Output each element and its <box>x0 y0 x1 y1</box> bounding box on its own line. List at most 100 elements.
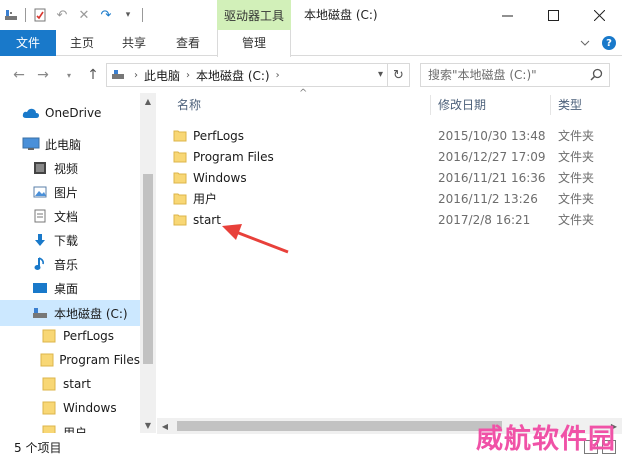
properties-icon[interactable] <box>29 0 51 30</box>
search-icon[interactable] <box>590 68 603 84</box>
sidebar-item-start[interactable]: start <box>0 372 140 396</box>
sidebar-item-desktop[interactable]: 桌面 <box>0 276 140 300</box>
sidebar-item-videos[interactable]: 视频 <box>0 156 140 180</box>
redo-icon[interactable]: ↷ <box>95 0 117 30</box>
tab-file[interactable]: 文件 <box>0 30 56 56</box>
breadcrumb-this-pc[interactable]: 此电脑 <box>141 67 183 84</box>
video-icon <box>31 159 49 177</box>
customize-dropdown-icon[interactable]: ▾ <box>117 0 139 30</box>
scroll-down-arrow-icon[interactable]: ▼ <box>140 417 156 433</box>
close-button[interactable] <box>576 0 622 30</box>
search-input[interactable] <box>421 64 581 86</box>
cloud-icon <box>22 104 40 122</box>
music-icon <box>31 255 49 273</box>
recent-locations-icon[interactable]: ▾ <box>60 65 78 85</box>
watermark-text: 威航软件园 <box>476 424 616 455</box>
folder-icon <box>40 423 58 433</box>
column-header-date[interactable]: 修改日期 <box>438 93 548 117</box>
file-date: 2016/11/21 16:36 <box>438 170 546 185</box>
folder-icon <box>40 327 58 345</box>
drive-icon[interactable] <box>0 0 22 30</box>
folder-icon <box>40 399 58 417</box>
address-bar[interactable]: › 此电脑 › 本地磁盘 (C:) › ▾ <box>106 63 388 87</box>
sidebar-item-program-files[interactable]: Program Files <box>0 348 140 372</box>
file-row-program-files[interactable]: Program Files 2016/12/27 17:09 文件夹 <box>173 146 613 167</box>
sidebar-item-music[interactable]: 音乐 <box>0 252 140 276</box>
file-row-start[interactable]: start 2017/2/8 16:21 文件夹 <box>173 209 613 230</box>
file-row-windows[interactable]: Windows 2016/11/21 16:36 文件夹 <box>173 167 613 188</box>
undo-icon[interactable]: ↶ <box>51 0 73 30</box>
search-box[interactable] <box>420 63 610 87</box>
drive-icon <box>31 304 49 322</box>
forward-arrow-icon[interactable]: → <box>34 65 52 85</box>
file-row-users[interactable]: 用户 2016/11/2 13:26 文件夹 <box>173 188 613 209</box>
expand-ribbon-icon[interactable] <box>578 36 592 50</box>
computer-icon <box>107 69 131 81</box>
file-name: Windows <box>193 170 247 185</box>
column-divider[interactable] <box>430 95 431 115</box>
delete-icon[interactable]: ✕ <box>73 0 95 30</box>
column-divider[interactable] <box>550 95 551 115</box>
ribbon-controls: ? <box>578 30 616 56</box>
folder-icon <box>173 149 193 165</box>
folder-icon <box>173 170 193 186</box>
address-dropdown-icon[interactable]: ▾ <box>378 69 383 80</box>
quick-access-toolbar: ↶ ✕ ↷ ▾ <box>0 0 146 30</box>
file-name: 用户 <box>193 192 218 206</box>
sidebar-item-pictures[interactable]: 图片 <box>0 180 140 204</box>
breadcrumb-separator[interactable]: › <box>273 70 283 81</box>
file-type: 文件夹 <box>558 192 595 206</box>
file-type: 文件夹 <box>558 150 595 164</box>
file-date: 2017/2/8 16:21 <box>438 212 531 227</box>
file-date: 2015/10/30 13:48 <box>438 128 546 143</box>
sidebar-item-downloads[interactable]: 下载 <box>0 228 140 252</box>
breadcrumb-separator[interactable]: › <box>131 70 141 81</box>
column-header-type[interactable]: 类型 <box>558 93 618 117</box>
maximize-button[interactable] <box>530 0 576 30</box>
sidebar-item-local-disk[interactable]: 本地磁盘 (C:) <box>0 300 140 326</box>
folder-icon <box>173 191 193 207</box>
file-row-perflogs[interactable]: PerfLogs 2015/10/30 13:48 文件夹 <box>173 125 613 146</box>
file-name: PerfLogs <box>193 128 245 143</box>
file-type: 文件夹 <box>558 213 595 227</box>
sidebar-item-this-pc[interactable]: 此电脑 <box>0 132 140 156</box>
refresh-button[interactable]: ↻ <box>388 63 410 87</box>
file-type: 文件夹 <box>558 171 595 185</box>
tab-view[interactable]: 查看 <box>166 30 210 56</box>
file-type: 文件夹 <box>558 129 595 143</box>
folder-icon <box>40 375 58 393</box>
scroll-left-arrow-icon[interactable]: ◀ <box>157 418 173 434</box>
computer-icon <box>22 135 40 153</box>
breadcrumb-separator[interactable]: › <box>183 70 193 81</box>
document-icon <box>31 207 49 225</box>
up-arrow-icon[interactable]: ↑ <box>84 65 102 85</box>
file-date: 2016/11/2 13:26 <box>438 191 538 206</box>
sidebar-item-windows[interactable]: Windows <box>0 396 140 420</box>
toolbar-divider <box>142 8 143 22</box>
content-scroll-thumb[interactable] <box>177 421 502 431</box>
minimize-button[interactable] <box>484 0 530 30</box>
help-icon[interactable]: ? <box>602 36 616 50</box>
folder-icon <box>40 351 54 369</box>
navigation-pane: OneDrive 此电脑 视频 图片 文档 下载 音乐 桌面 本地磁盘 (C:)… <box>0 93 156 433</box>
context-tab-drive-tools: 驱动器工具 <box>217 0 291 30</box>
file-date: 2016/12/27 17:09 <box>438 149 546 164</box>
navigation-bar: ← → ▾ ↑ › 此电脑 › 本地磁盘 (C:) › ▾ ↻ <box>0 57 622 93</box>
sidebar-item-onedrive[interactable]: OneDrive <box>0 101 140 125</box>
breadcrumb-local-disk[interactable]: 本地磁盘 (C:) <box>193 67 273 84</box>
tab-manage[interactable]: 管理 <box>217 30 291 57</box>
item-count: 5 个项目 <box>14 441 62 455</box>
tab-home[interactable]: 主页 <box>60 30 104 56</box>
sidebar-scroll-thumb[interactable] <box>143 174 153 364</box>
column-header-name[interactable]: 名称 <box>177 93 432 117</box>
file-list-pane: ^ 名称 修改日期 类型 PerfLogs 2015/10/30 13:48 文… <box>157 88 622 418</box>
file-name: Program Files <box>193 149 274 164</box>
file-name: start <box>193 212 221 227</box>
sidebar-item-perflogs[interactable]: PerfLogs <box>0 324 140 348</box>
tab-share[interactable]: 共享 <box>112 30 156 56</box>
desktop-icon <box>31 279 49 297</box>
sidebar-item-users[interactable]: 用户 <box>0 420 140 433</box>
back-arrow-icon[interactable]: ← <box>10 65 28 85</box>
sidebar-item-documents[interactable]: 文档 <box>0 204 140 228</box>
scroll-up-arrow-icon[interactable]: ▲ <box>140 93 156 109</box>
